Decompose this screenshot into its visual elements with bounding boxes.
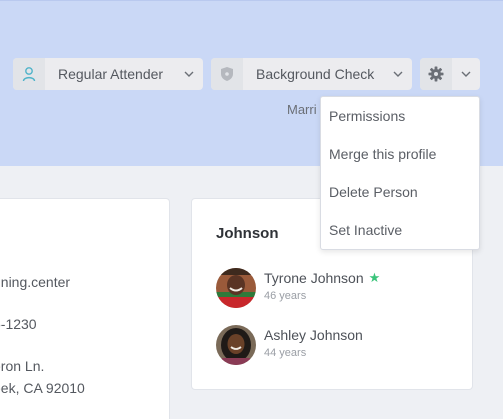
- avatar: [216, 325, 256, 365]
- member-name[interactable]: Tyrone Johnson: [264, 270, 364, 286]
- household-title: Johnson: [216, 225, 279, 242]
- chevron-down-icon: [384, 71, 412, 77]
- menu-item-set-inactive[interactable]: Set Inactive: [329, 222, 402, 238]
- menu-item-merge-profile[interactable]: Merge this profile: [329, 146, 436, 162]
- member-age: 44 years: [264, 347, 307, 359]
- member-name[interactable]: Ashley Johnson: [264, 327, 363, 343]
- background-check-label: Background Check: [256, 66, 375, 82]
- avatar: [216, 268, 256, 308]
- member-age: 46 years: [264, 290, 307, 302]
- contact-address-line1: eron Ln.: [0, 358, 45, 374]
- background-check-select[interactable]: Background Check: [211, 58, 412, 90]
- menu-item-delete-person[interactable]: Delete Person: [329, 184, 418, 200]
- settings-dropdown-menu: Permissions Merge this profile Delete Pe…: [320, 96, 480, 250]
- household-member[interactable]: Ashley Johnson 44 years: [216, 325, 363, 365]
- household-member[interactable]: Tyrone Johnson ★ 46 years: [216, 268, 380, 308]
- contact-email[interactable]: nning.center: [0, 274, 70, 290]
- contact-phone[interactable]: 6-1230: [0, 316, 37, 332]
- settings-menu-button[interactable]: [420, 58, 480, 90]
- person-icon: [13, 58, 45, 90]
- shield-icon: [211, 58, 243, 90]
- contact-card: nning.center 6-1230 eron Ln. eek, CA 920…: [0, 198, 170, 419]
- chevron-down-icon: [452, 71, 480, 77]
- star-icon: ★: [368, 270, 381, 285]
- membership-status-label: Regular Attender: [58, 66, 164, 82]
- gear-icon: [420, 58, 452, 90]
- menu-item-permissions[interactable]: Permissions: [329, 108, 405, 124]
- membership-status-select[interactable]: Regular Attender: [13, 58, 203, 90]
- chevron-down-icon: [175, 71, 203, 77]
- contact-address-line2: eek, CA 92010: [0, 380, 85, 396]
- marital-status-text: Marri: [287, 102, 317, 117]
